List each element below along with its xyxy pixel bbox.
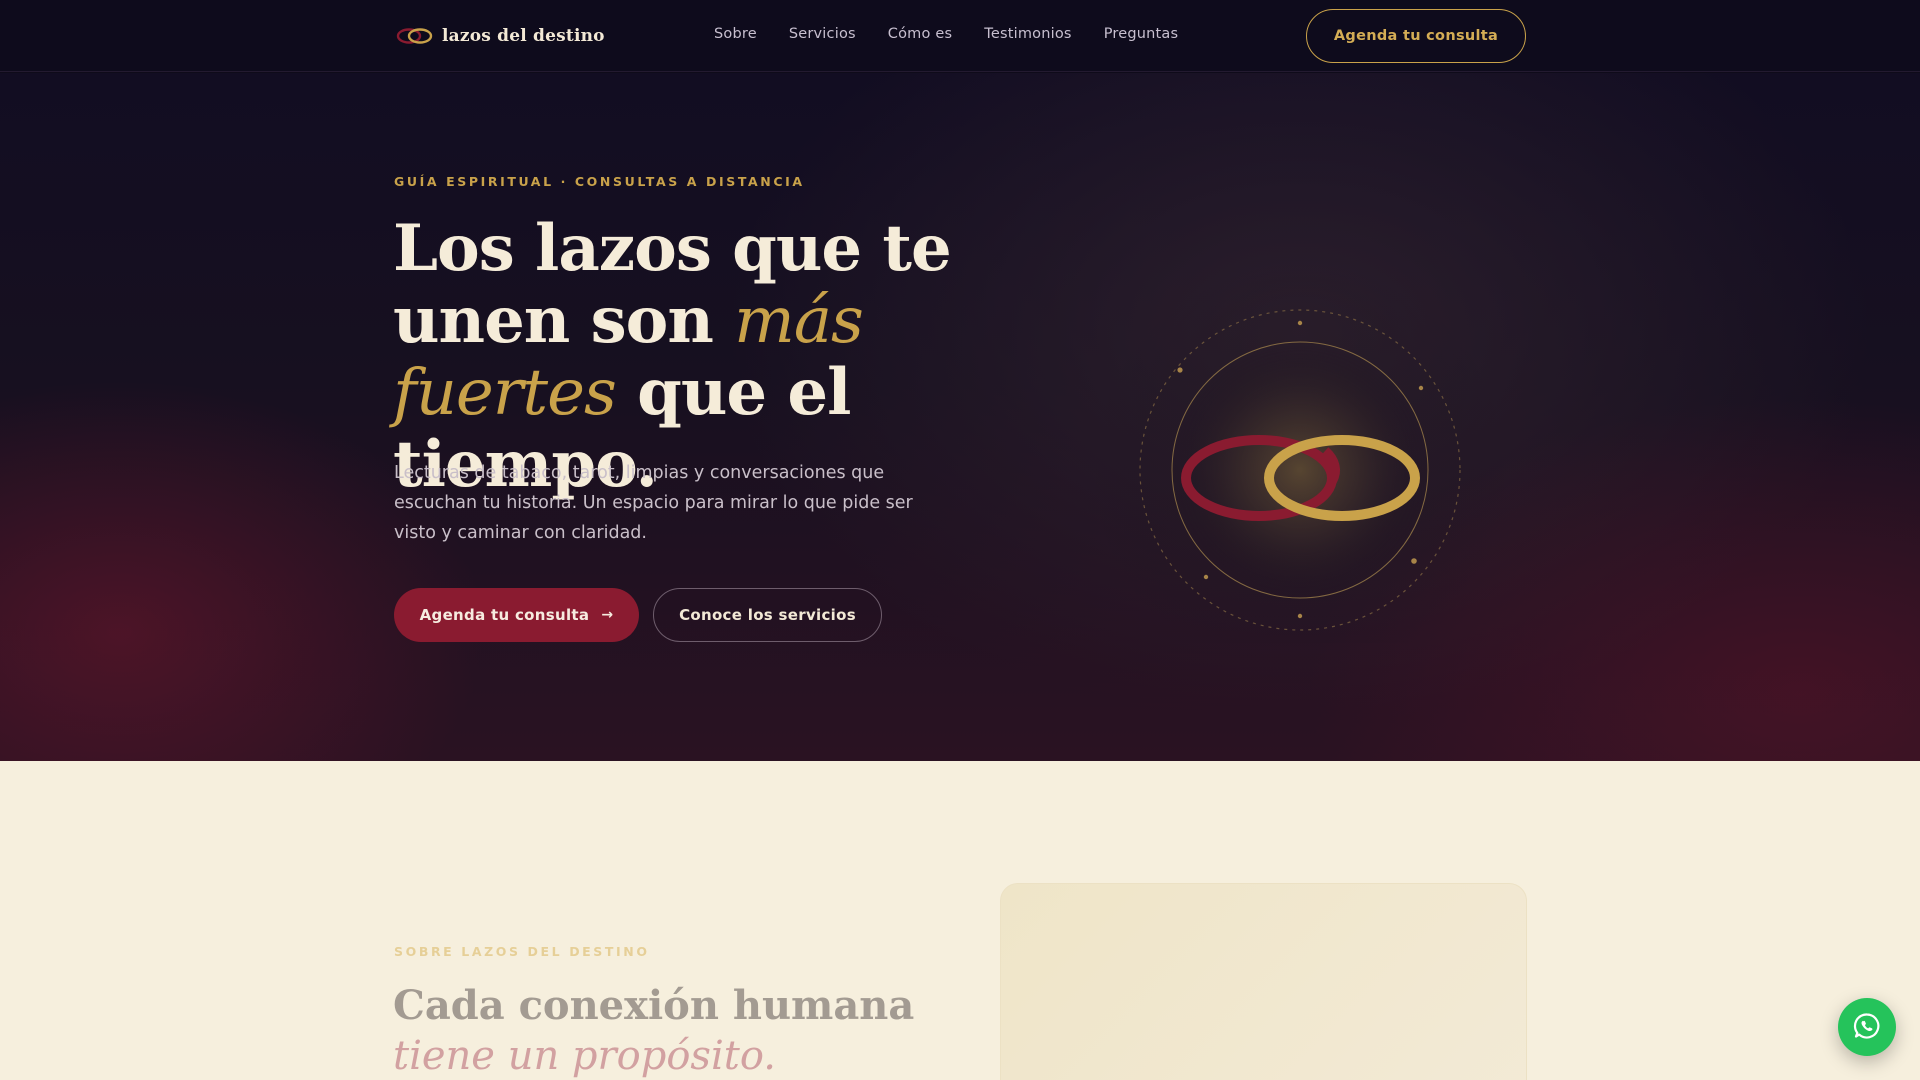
hero-book-consultation-button[interactable]: Agenda tu consulta →	[394, 588, 639, 642]
about-title-accent: tiene un propósito.	[393, 1033, 776, 1079]
nav-link-sobre[interactable]: Sobre	[714, 26, 757, 42]
hero-lead-text: Lecturas de tabaco, tarot, limpias y con…	[394, 463, 913, 543]
nav-link-servicios[interactable]: Servicios	[789, 26, 856, 42]
about-title-part1: Cada conexión humana	[393, 982, 915, 1029]
brand-name: lazos del destino	[442, 26, 605, 46]
interlocked-rings-illustration	[1080, 223, 1520, 680]
top-navigation: lazos del destino Sobre Servicios Cómo e…	[0, 0, 1920, 72]
nav-link-como-es[interactable]: Cómo es	[888, 26, 952, 42]
hero-primary-cta-label: Agenda tu consulta	[419, 606, 590, 624]
arrow-right-icon: →	[601, 607, 614, 623]
nav-book-consultation-button[interactable]: Agenda tu consulta	[1306, 9, 1526, 63]
hero-services-button[interactable]: Conoce los servicios	[653, 588, 882, 642]
nav-link-preguntas[interactable]: Preguntas	[1104, 26, 1179, 42]
hero-headline-part1: Los lazos que te unen son	[393, 211, 952, 358]
about-image-card	[1000, 883, 1527, 1080]
whatsapp-icon	[1852, 1011, 1882, 1044]
about-title: Cada conexión humana tiene un propósito.	[393, 981, 953, 1080]
about-section: SOBRE LAZOS DEL DESTINO Cada conexión hu…	[0, 761, 1920, 1080]
interlocked-rings-icon	[394, 22, 434, 50]
whatsapp-chat-button[interactable]	[1838, 998, 1896, 1056]
about-eyebrow: SOBRE LAZOS DEL DESTINO	[394, 944, 650, 959]
hero-section: GUÍA ESPIRITUAL · CONSULTAS A DISTANCIA …	[0, 73, 1920, 761]
nav-link-testimonios[interactable]: Testimonios	[984, 26, 1071, 42]
nav-links: Sobre Servicios Cómo es Testimonios Preg…	[714, 26, 1210, 42]
hero-eyebrow: GUÍA ESPIRITUAL · CONSULTAS A DISTANCIA	[394, 174, 805, 189]
brand-home-link[interactable]: lazos del destino	[394, 22, 605, 50]
